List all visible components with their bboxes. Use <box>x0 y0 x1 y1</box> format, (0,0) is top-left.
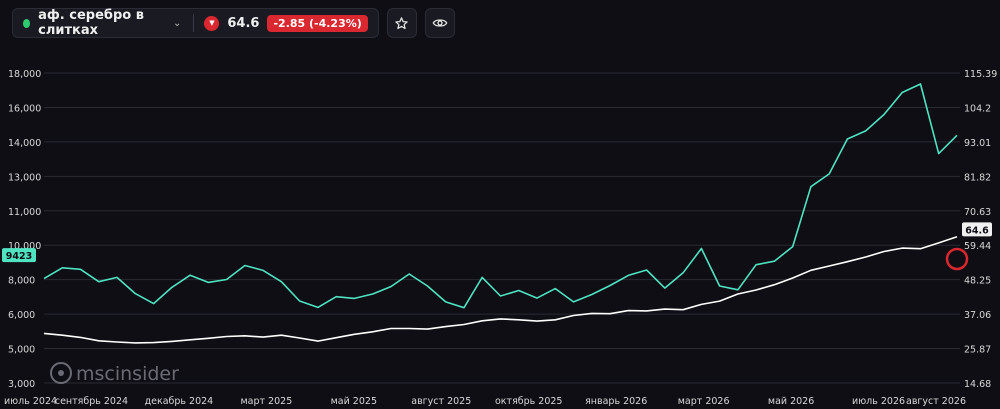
x-tick-label: май 2026 <box>768 396 814 407</box>
y-right-tick-label: 25.87 <box>964 345 991 356</box>
y-left-tick-label: 14,000 <box>8 138 41 149</box>
x-tick-label: март 2026 <box>678 396 730 407</box>
y-left-tick-label: 18,000 <box>8 69 41 80</box>
y-left-tick-label: 16,000 <box>8 103 41 114</box>
y-left-tick-label: 13,000 <box>8 172 41 183</box>
watermark-text: mscinsider <box>76 363 179 385</box>
y-right-tick-label: 70.63 <box>964 207 991 218</box>
x-tick-label: декабрь 2024 <box>145 396 214 407</box>
series-white-line <box>43 235 958 344</box>
left-value-badge-text: 9423 <box>6 251 32 262</box>
price-chart[interactable]: 18,00016,00014,00013,00011,00010,0008,00… <box>0 0 1000 409</box>
watermark: mscinsider <box>50 362 179 385</box>
x-tick-label: март 2025 <box>240 396 292 407</box>
y-right-tick-label: 104.2 <box>964 103 991 114</box>
y-right-tick-label: 14.68 <box>964 379 991 390</box>
series-teal-line <box>43 83 958 309</box>
y-right-tick-label: 115.39 <box>964 69 997 80</box>
y-right-tick-label: 93.01 <box>964 138 991 149</box>
y-left-tick-label: 5,000 <box>8 345 35 356</box>
x-tick-label: сентябрь 2024 <box>55 396 128 407</box>
x-tick-label: январь 2026 <box>585 396 647 407</box>
y-right-tick-label: 48.25 <box>964 276 991 287</box>
y-right-tick-label: 37.06 <box>964 310 991 321</box>
x-tick-label: июль 2024 <box>4 396 57 407</box>
x-tick-label: июль 2026 <box>852 396 905 407</box>
x-tick-label: август 2025 <box>411 396 471 407</box>
y-left-tick-label: 11,000 <box>8 207 41 218</box>
x-tick-label: август 2026 <box>906 396 966 407</box>
watermark-logo-dot-icon <box>58 370 64 376</box>
y-right-tick-label: 59.44 <box>964 241 991 252</box>
x-tick-label: май 2025 <box>331 396 377 407</box>
x-tick-label: октябрь 2025 <box>495 396 562 407</box>
last-point-marker <box>945 247 969 271</box>
y-right-tick-label: 81.82 <box>964 172 991 183</box>
y-left-tick-label: 3,000 <box>8 379 35 390</box>
right-value-badge-text: 64.6 <box>965 225 989 236</box>
y-left-tick-label: 6,000 <box>8 310 35 321</box>
y-left-tick-label: 8,000 <box>8 276 35 287</box>
